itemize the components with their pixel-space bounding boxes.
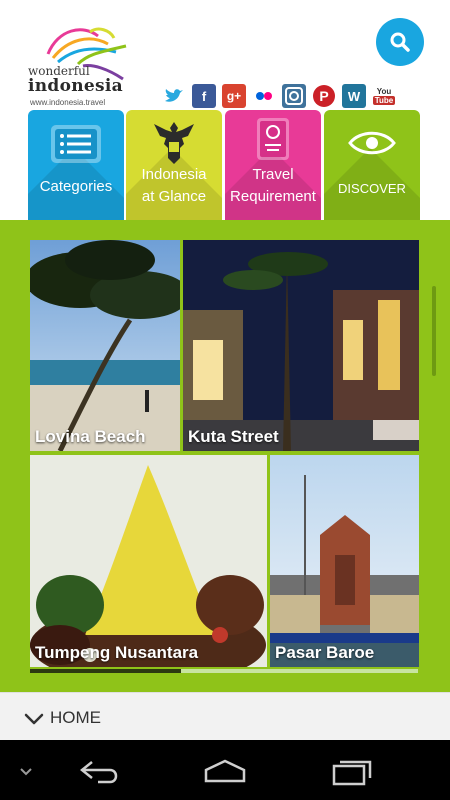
tab-travel-requirement[interactable]: Travel Requirement [225, 110, 321, 220]
twitter-icon[interactable] [162, 84, 186, 108]
list-icon [51, 125, 101, 163]
tab-categories[interactable]: Categories [28, 110, 124, 220]
home-label: HOME [50, 708, 101, 727]
google-plus-icon[interactable]: g+ [222, 84, 246, 108]
header: wonderful indonesia www.indonesia.travel… [0, 0, 450, 110]
back-icon[interactable] [78, 758, 122, 786]
tile-lovina-beach-label: Lovina Beach [35, 427, 146, 446]
chevron-down-icon [24, 713, 44, 725]
tile-kuta-street[interactable]: Kuta Street [183, 240, 419, 451]
search-icon [390, 32, 410, 52]
tab-categories-label: Categories [39, 178, 113, 195]
pinterest-icon[interactable]: P [312, 84, 336, 108]
tab-travel-requirement-line1: Travel [252, 166, 294, 183]
carousel-progress-fill [30, 669, 182, 673]
home-bar[interactable]: HOME [0, 692, 450, 741]
carousel-progress [30, 669, 418, 673]
menu-down-icon[interactable] [19, 767, 33, 777]
instagram-icon[interactable] [282, 84, 306, 108]
tumpeng-nusantara-photo [30, 455, 267, 667]
svg-text:P: P [319, 88, 328, 104]
tab-indonesia-at-glance-line2: at Glance [141, 188, 207, 205]
tab-travel-requirement-line2: Requirement [230, 188, 316, 205]
logo-url: www.indonesia.travel [30, 98, 106, 107]
tile-tumpeng-nusantara-label: Tumpeng Nusantara [35, 643, 199, 662]
kuta-street-photo [183, 240, 419, 451]
tile-pasar-baroe[interactable]: Pasar Baroe [270, 455, 419, 667]
tab-discover-label: DISCOVER [338, 181, 406, 196]
tile-pasar-baroe-label: Pasar Baroe [275, 643, 375, 662]
eye-icon [348, 131, 396, 155]
tab-indonesia-at-glance[interactable]: Indonesia at Glance [126, 110, 222, 220]
tile-lovina-beach[interactable]: Lovina Beach [30, 240, 180, 451]
lovina-beach-photo [30, 240, 180, 451]
home-icon[interactable] [200, 758, 250, 784]
logo-line2: indonesia [28, 76, 123, 96]
youtube-icon[interactable]: You Tube [372, 84, 396, 108]
passport-icon [257, 118, 289, 160]
facebook-icon[interactable]: f [192, 84, 216, 108]
vertical-scrollbar[interactable] [432, 286, 436, 376]
flickr-icon[interactable] [252, 84, 276, 108]
wordpress-icon[interactable]: W [342, 84, 366, 108]
tile-tumpeng-nusantara[interactable]: Tumpeng Nusantara [30, 455, 267, 667]
tab-indonesia-at-glance-line1: Indonesia [141, 166, 207, 183]
android-navigation-bar [0, 740, 450, 800]
pasar-baroe-photo [270, 455, 419, 667]
recent-apps-icon[interactable] [330, 758, 374, 786]
social-icons: f g+ P W You Tube [162, 84, 396, 108]
tile-kuta-street-label: Kuta Street [188, 427, 279, 446]
category-tabs: Categories Indonesia at Glance Travel Re… [28, 110, 422, 220]
tab-discover[interactable]: DISCOVER [324, 110, 420, 220]
garuda-emblem-icon [154, 122, 194, 164]
search-button[interactable] [376, 18, 424, 66]
discover-panel: Lovina Beach Kuta Street Tumpeng Nusanta… [0, 220, 450, 692]
